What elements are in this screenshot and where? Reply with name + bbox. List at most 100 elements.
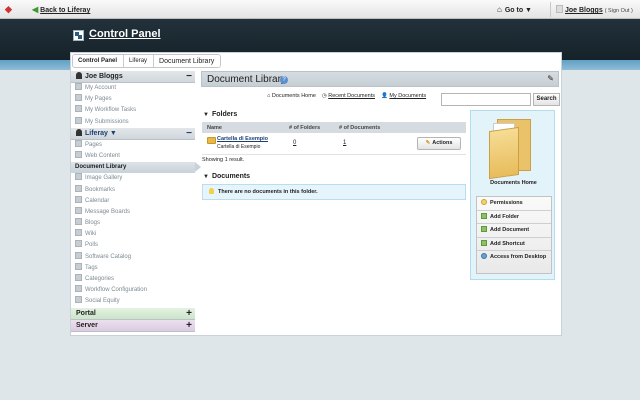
documents-section-title[interactable]: ▼ Documents	[203, 173, 250, 180]
sidebar-item-label: My Submissions	[85, 118, 129, 125]
sidebar-item-message-boards[interactable]: Message Boards	[71, 206, 195, 218]
sidebar-item-label: Document Library	[75, 164, 127, 171]
sidebar-section-liferay[interactable]: Liferay ▼ −	[71, 127, 195, 140]
big-folder-icon	[489, 119, 533, 180]
sidebar-item-workflow-configuration[interactable]: Workflow Configuration	[71, 285, 195, 296]
expand-icon[interactable]: +	[186, 320, 192, 332]
permissions-menu-item[interactable]: Permissions	[477, 197, 551, 211]
search-input[interactable]	[441, 93, 531, 106]
sidebar-item-calendar[interactable]: Calendar	[71, 195, 195, 207]
sidebar-item-categories[interactable]: Categories	[71, 274, 195, 285]
goto-label[interactable]: Go to ▼	[505, 7, 532, 14]
add-document-menu-item[interactable]: Add Document	[477, 224, 551, 238]
message-boards-icon	[75, 206, 82, 214]
sidebar-item-label: Blogs	[85, 220, 101, 227]
add-shortcut-icon	[481, 239, 487, 246]
social-equity-icon	[75, 296, 82, 304]
sidebar-item-my-pages[interactable]: My Pages	[71, 94, 195, 105]
software-catalog-icon	[75, 251, 82, 259]
sidebar-item-wiki[interactable]: Wiki	[71, 229, 195, 240]
pencil-icon: ✎	[425, 140, 431, 146]
wrench-icon[interactable]: ✎	[547, 74, 554, 83]
goto-menu[interactable]: ⌂ Go to ▼	[497, 5, 532, 14]
breadcrumb-liferay[interactable]: Liferay	[124, 55, 155, 67]
sidebar-item-pages[interactable]: Pages	[71, 139, 195, 151]
breadcrumb-control-panel[interactable]: Control Panel	[73, 55, 125, 67]
collapse-triangle-icon[interactable]: ▼	[203, 112, 209, 118]
back-label[interactable]: Back to Liferay	[40, 7, 90, 14]
section-label: Liferay ▼	[85, 129, 117, 137]
view-tabs: ⌂ Documents Home ◷ Recent Documents 👤 My…	[267, 93, 426, 99]
folders-table: Name # of Folders # of Documents Cartell…	[202, 122, 466, 155]
folder-description: Cartella di Esempio	[217, 144, 261, 150]
help-icon[interactable]: ?	[280, 76, 288, 84]
sidebar-item-blogs[interactable]: Blogs	[71, 218, 195, 229]
folder-info-panel: Documents Home Permissions Add Folder Ad…	[470, 110, 555, 280]
globe-icon	[481, 253, 487, 259]
folder-count-link[interactable]: 0	[293, 140, 296, 146]
folder-name-link[interactable]: Cartella di Esempio	[217, 136, 268, 142]
user-name[interactable]: Joe Bloggs	[565, 7, 603, 14]
column-header-documents[interactable]: # of Documents	[339, 125, 409, 131]
folder-icon	[207, 137, 216, 144]
control-panel-title[interactable]: Control Panel	[89, 28, 161, 40]
sidebar-item-image-gallery[interactable]: Image Gallery	[71, 173, 195, 184]
sidebar-item-bookmarks[interactable]: Bookmarks	[71, 184, 195, 196]
column-header-folders[interactable]: # of Folders	[289, 125, 339, 131]
tags-icon	[75, 262, 82, 270]
sidebar-section-server[interactable]: Server +	[71, 319, 195, 332]
sign-out-link[interactable]: ( Sign Out )	[605, 8, 633, 14]
home-icon: ⌂	[497, 5, 502, 14]
access-from-desktop-menu-item[interactable]: Access from Desktop	[477, 251, 551, 273]
column-header-name[interactable]: Name	[202, 125, 289, 131]
workflow-icon	[75, 105, 82, 113]
page-title: Document Library	[207, 74, 286, 85]
actions-button[interactable]: ✎ Actions	[417, 137, 461, 150]
sidebar-item-my-account[interactable]: My Account	[71, 83, 195, 94]
documents-home-label: Documents Home	[490, 180, 537, 186]
sidebar-section-user[interactable]: Joe Bloggs −	[71, 71, 195, 83]
menu-label: Access from Desktop	[490, 254, 547, 260]
sidebar-item-tags[interactable]: Tags	[71, 262, 195, 274]
document-count-link[interactable]: 1	[343, 140, 346, 146]
section-label: Joe Bloggs	[85, 73, 123, 80]
user-menu[interactable]: Joe Bloggs ( Sign Out )	[556, 5, 633, 14]
sidebar-section-portal[interactable]: Portal +	[71, 307, 195, 320]
sidebar-item-social-equity[interactable]: Social Equity	[71, 296, 195, 307]
control-panel-icon	[73, 30, 84, 41]
tab-recent-documents[interactable]: ◷ Recent Documents	[322, 93, 375, 99]
sidebar-item-my-submissions[interactable]: My Submissions	[71, 116, 195, 128]
expand-icon[interactable]: +	[186, 308, 192, 320]
search-button[interactable]: Search	[533, 93, 560, 106]
collapse-icon[interactable]: −	[186, 71, 192, 83]
add-folder-menu-item[interactable]: Add Folder	[477, 211, 551, 224]
collapse-triangle-icon[interactable]: ▼	[203, 174, 209, 180]
back-to-liferay-link[interactable]: ◀ Back to Liferay	[32, 5, 90, 14]
sidebar-item-polls[interactable]: Polls	[71, 240, 195, 251]
portlet-header: Document Library ? ✎	[201, 71, 559, 87]
sidebar-item-software-catalog[interactable]: Software Catalog	[71, 251, 195, 263]
sidebar-item-document-library[interactable]: Document Library	[71, 162, 201, 174]
folders-section-title[interactable]: ▼ Folders	[203, 111, 237, 118]
table-row: Cartella di Esempio Cartella di Esempio …	[202, 133, 466, 155]
sidebar-item-label: My Workflow Tasks	[85, 107, 137, 114]
sidebar-item-label: Social Equity	[85, 298, 120, 305]
sidebar-item-label: My Pages	[85, 96, 112, 103]
calendar-icon	[75, 195, 82, 203]
info-bulb-icon	[209, 188, 214, 194]
sidebar-item-label: Web Content	[85, 152, 120, 159]
bookmarks-icon	[75, 184, 82, 192]
blogs-icon	[75, 218, 82, 226]
actions-label: Actions	[432, 140, 453, 146]
section-label: Server	[76, 321, 98, 329]
divider	[550, 2, 551, 17]
collapse-icon[interactable]: −	[186, 128, 192, 140]
tab-my-documents[interactable]: 👤 My Documents	[381, 93, 426, 99]
user-icon	[76, 72, 82, 79]
tab-documents-home[interactable]: ⌂ Documents Home	[267, 93, 316, 99]
add-shortcut-menu-item[interactable]: Add Shortcut	[477, 238, 551, 251]
section-label: Documents	[211, 173, 251, 180]
add-folder-icon	[481, 212, 487, 219]
sidebar-item-web-content[interactable]: Web Content	[71, 150, 195, 162]
sidebar-item-my-workflow-tasks[interactable]: My Workflow Tasks	[71, 105, 195, 116]
